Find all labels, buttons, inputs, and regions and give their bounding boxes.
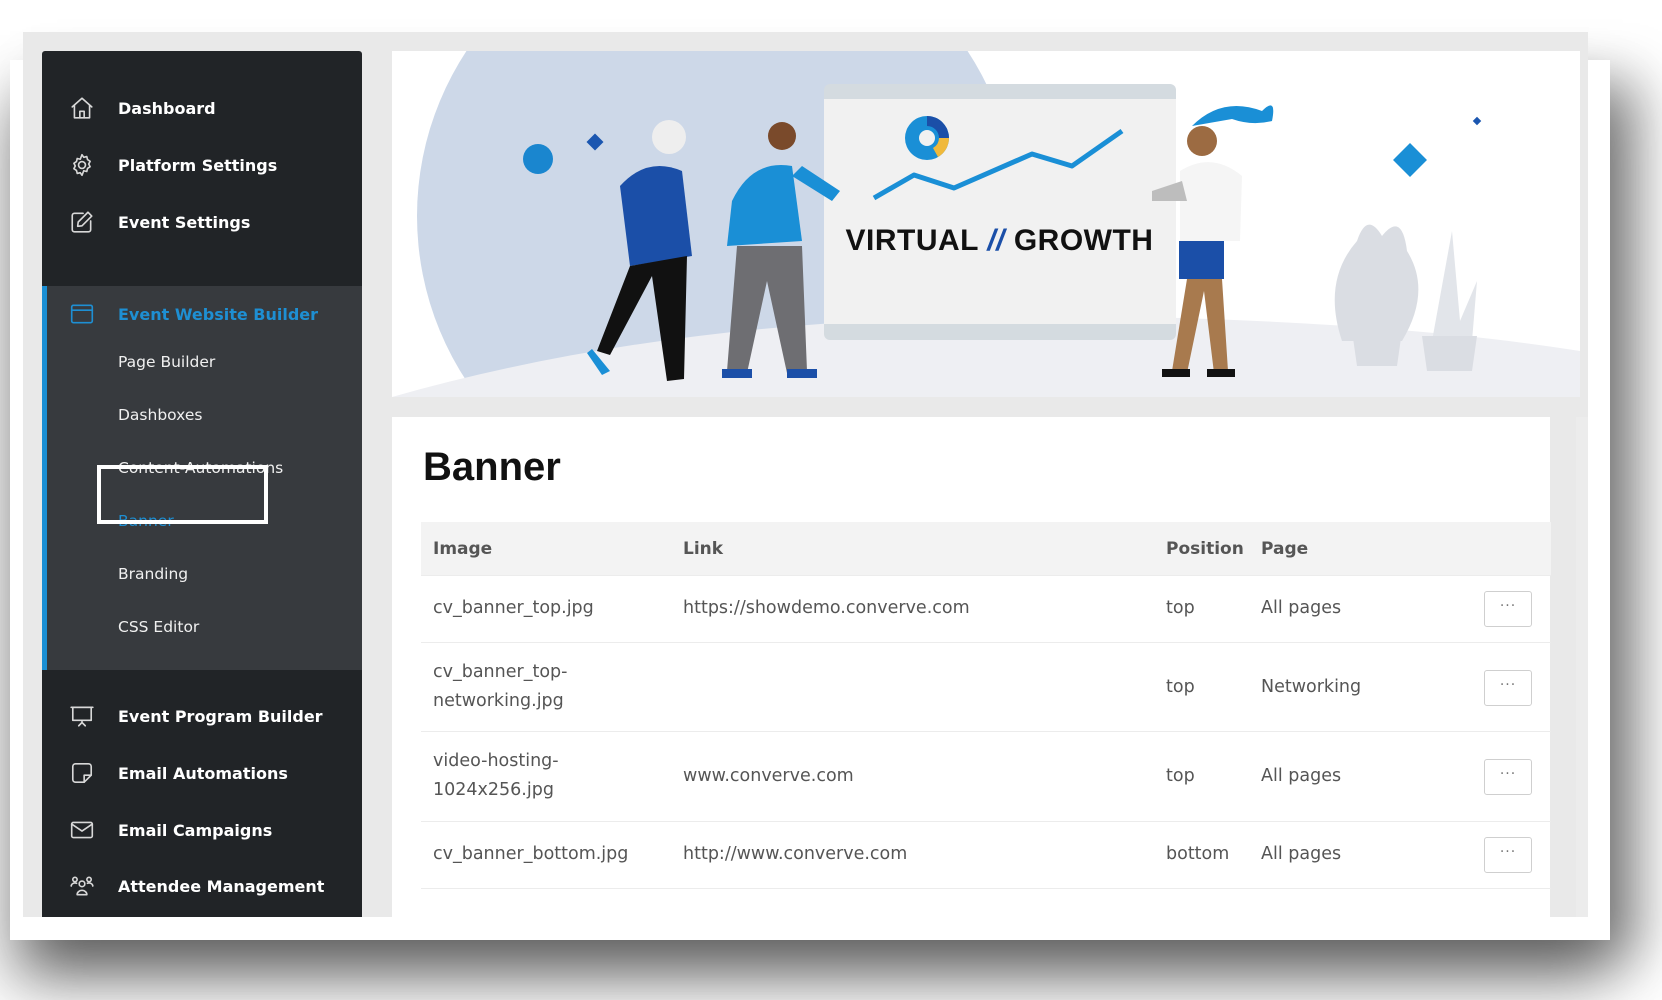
cell-link: http://www.converve.com: [683, 844, 908, 864]
page-title: Banner: [423, 445, 561, 489]
banner-highlight-annotation: [97, 465, 268, 524]
sidebar-item-event-website-builder[interactable]: Event Website Builder: [42, 286, 362, 342]
sidebar-item-event-program-builder[interactable]: Event Program Builder: [42, 688, 362, 744]
sidebar-item-event-settings[interactable]: Event Settings: [42, 194, 362, 250]
sidebar-item-email-campaigns[interactable]: Email Campaigns: [42, 802, 362, 858]
submenu-item-css-editor[interactable]: CSS Editor: [118, 618, 199, 636]
cell-image: cv_banner_top-networking.jpg: [433, 662, 568, 711]
submenu-item-branding[interactable]: Branding: [118, 565, 188, 583]
cell-link: https://showdemo.converve.com: [683, 598, 970, 618]
cell-page: All pages: [1261, 598, 1342, 618]
column-header-link[interactable]: Link: [683, 539, 723, 559]
home-icon: [69, 95, 95, 121]
banner-list-card: Banner Image Link Position Page cv_banne…: [392, 417, 1551, 917]
sidebar-item-label: Email Automations: [118, 763, 288, 783]
table-row[interactable]: cv_banner_top-networking.jpg top Network…: [421, 643, 1551, 732]
submenu-item-page-builder[interactable]: Page Builder: [118, 353, 215, 371]
row-actions-button[interactable]: ···: [1484, 837, 1532, 873]
sidebar-item-email-automations[interactable]: Email Automations: [42, 745, 362, 801]
cell-image: cv_banner_bottom.jpg: [433, 844, 629, 864]
banner-headline-left: VIRTUAL: [845, 224, 979, 257]
cell-image: video-hosting-1024x256.jpg: [433, 751, 559, 800]
sidebar-item-platform-settings[interactable]: Platform Settings: [42, 137, 362, 193]
banner-headline: VIRTUAL // GROWTH: [822, 224, 1177, 258]
cell-position: top: [1166, 766, 1195, 786]
banner-table: Image Link Position Page cv_banner_top.j…: [421, 522, 1551, 889]
banner-headline-right: GROWTH: [1013, 224, 1154, 257]
scrollbar-track[interactable]: [1576, 417, 1588, 917]
envelope-icon: [69, 817, 95, 843]
sidebar-item-label: Platform Settings: [118, 155, 278, 175]
sticky-note-icon: [69, 760, 95, 786]
presentation-board: [824, 84, 1176, 340]
sidebar-item-label: Event Program Builder: [118, 706, 323, 726]
browser-window-icon: [69, 301, 95, 327]
sidebar-item-label: Event Settings: [118, 212, 251, 232]
table-row[interactable]: cv_banner_bottom.jpg http://www.converve…: [421, 822, 1551, 889]
row-actions-button[interactable]: ···: [1484, 591, 1532, 627]
decor-dot: [523, 144, 553, 174]
table-row[interactable]: cv_banner_top.jpg https://showdemo.conve…: [421, 576, 1551, 643]
cell-page: Networking: [1261, 677, 1362, 697]
cell-link: www.converve.com: [683, 766, 854, 786]
column-header-image[interactable]: Image: [433, 539, 492, 559]
cell-image: cv_banner_top.jpg: [433, 598, 594, 618]
sidebar-item-label: Dashboard: [118, 98, 216, 118]
sidebar-item-label: Email Campaigns: [118, 820, 273, 840]
banner-preview-image: VIRTUAL // GROWTH: [392, 51, 1580, 397]
table-header: Image Link Position Page: [421, 522, 1551, 576]
sidebar-item-accounting[interactable]: Accounting: [42, 915, 362, 917]
sidebar-item-dashboard[interactable]: Dashboard: [42, 80, 362, 136]
cell-page: All pages: [1261, 844, 1342, 864]
row-actions-button[interactable]: ···: [1484, 759, 1532, 795]
sidebar-item-attendee-management[interactable]: Attendee Management: [42, 858, 362, 914]
cell-position: top: [1166, 677, 1195, 697]
sidebar-item-label: Attendee Management: [118, 876, 325, 896]
sidebar-item-label: Event Website Builder: [118, 304, 319, 324]
gear-icon: [69, 152, 95, 178]
column-header-page[interactable]: Page: [1261, 539, 1308, 559]
column-header-position[interactable]: Position: [1166, 539, 1244, 559]
cell-position: top: [1166, 598, 1195, 618]
row-actions-button[interactable]: ···: [1484, 670, 1532, 706]
table-row[interactable]: video-hosting-1024x256.jpg www.converve.…: [421, 732, 1551, 822]
sidebar: Dashboard Platform Settings Event Settin…: [42, 51, 362, 917]
app-window: Dashboard Platform Settings Event Settin…: [23, 32, 1588, 917]
presentation-board-icon: [69, 703, 95, 729]
edit-icon: [69, 209, 95, 235]
banner-headline-separator: //: [987, 224, 1005, 257]
users-group-icon: [69, 873, 95, 899]
submenu-item-dashboxes[interactable]: Dashboxes: [118, 406, 203, 424]
cell-position: bottom: [1166, 844, 1230, 864]
cell-page: All pages: [1261, 766, 1342, 786]
